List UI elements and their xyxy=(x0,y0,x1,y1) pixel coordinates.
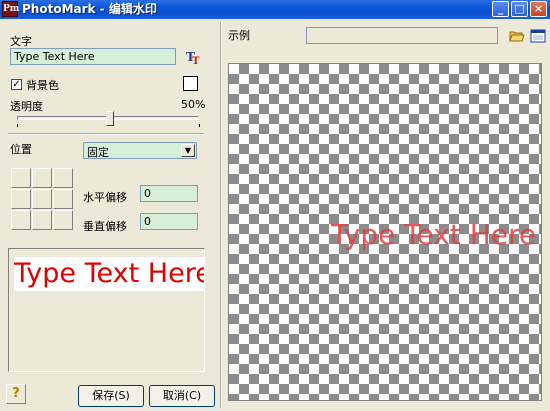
text-preview-panel: Type Text Here xyxy=(8,248,205,372)
panel-separator xyxy=(220,22,222,408)
divider xyxy=(8,133,204,135)
help-icon: ? xyxy=(12,386,20,401)
app-icon: Pm xyxy=(2,1,19,17)
svg-text:T: T xyxy=(192,56,200,65)
save-button[interactable]: 保存(S) xyxy=(78,385,144,407)
font-icon[interactable]: T T xyxy=(186,49,202,67)
anchor-top-right[interactable] xyxy=(53,168,73,188)
window-title: PhotoMark - 编辑水印 xyxy=(22,2,157,16)
text-preview-band: Type Text Here xyxy=(14,257,205,291)
maximize-button[interactable]: □ xyxy=(511,1,528,17)
background-color-checkbox[interactable]: ✓ xyxy=(11,79,22,90)
anchor-top-left[interactable] xyxy=(11,168,31,188)
chevron-down-icon[interactable]: ▼ xyxy=(181,144,195,157)
help-button[interactable]: ? xyxy=(6,384,26,404)
anchor-bottom-center[interactable] xyxy=(32,210,52,230)
text-preview: Type Text Here xyxy=(14,258,205,289)
open-folder-icon[interactable] xyxy=(508,27,526,45)
vertical-offset-label: 垂直偏移 xyxy=(83,220,127,233)
opacity-slider-thumb[interactable] xyxy=(106,111,114,126)
background-color-swatch[interactable] xyxy=(183,76,198,91)
horizontal-offset-input[interactable]: 0 xyxy=(140,185,198,202)
photomark-window: Pm PhotoMark - 编辑水印 _ □ × 文字 Type Text H… xyxy=(0,0,550,411)
background-color-label: 背景色 xyxy=(26,79,59,92)
title-bar[interactable]: Pm PhotoMark - 编辑水印 _ □ × xyxy=(0,0,550,19)
minimize-button[interactable]: _ xyxy=(492,1,509,17)
slider-tick-min xyxy=(17,124,18,127)
position-label: 位置 xyxy=(10,143,32,156)
position-mode-select[interactable]: 固定 ▼ xyxy=(83,142,197,159)
example-path-field[interactable] xyxy=(306,27,498,44)
example-label: 示例 xyxy=(228,29,250,42)
anchor-bottom-right[interactable] xyxy=(53,210,73,230)
anchor-center[interactable] xyxy=(32,189,52,209)
horizontal-offset-label: 水平偏移 xyxy=(83,191,127,204)
text-input[interactable]: Type Text Here xyxy=(10,48,176,65)
opacity-value: 50% xyxy=(181,98,206,111)
anchor-middle-left[interactable] xyxy=(11,189,31,209)
example-canvas[interactable]: Type Text Here xyxy=(228,63,542,401)
slider-tick-max xyxy=(199,124,200,127)
cancel-button[interactable]: 取消(C) xyxy=(149,385,215,407)
close-button[interactable]: × xyxy=(530,1,547,17)
vertical-offset-input[interactable]: 0 xyxy=(140,213,198,230)
opacity-label: 透明度 xyxy=(10,100,43,113)
anchor-top-center[interactable] xyxy=(32,168,52,188)
anchor-middle-right[interactable] xyxy=(53,189,73,209)
watermark-text: Type Text Here xyxy=(331,218,537,251)
position-mode-value: 固定 xyxy=(87,146,109,159)
fit-window-icon[interactable] xyxy=(529,27,547,45)
text-label: 文字 xyxy=(10,35,32,48)
anchor-bottom-left[interactable] xyxy=(11,210,31,230)
